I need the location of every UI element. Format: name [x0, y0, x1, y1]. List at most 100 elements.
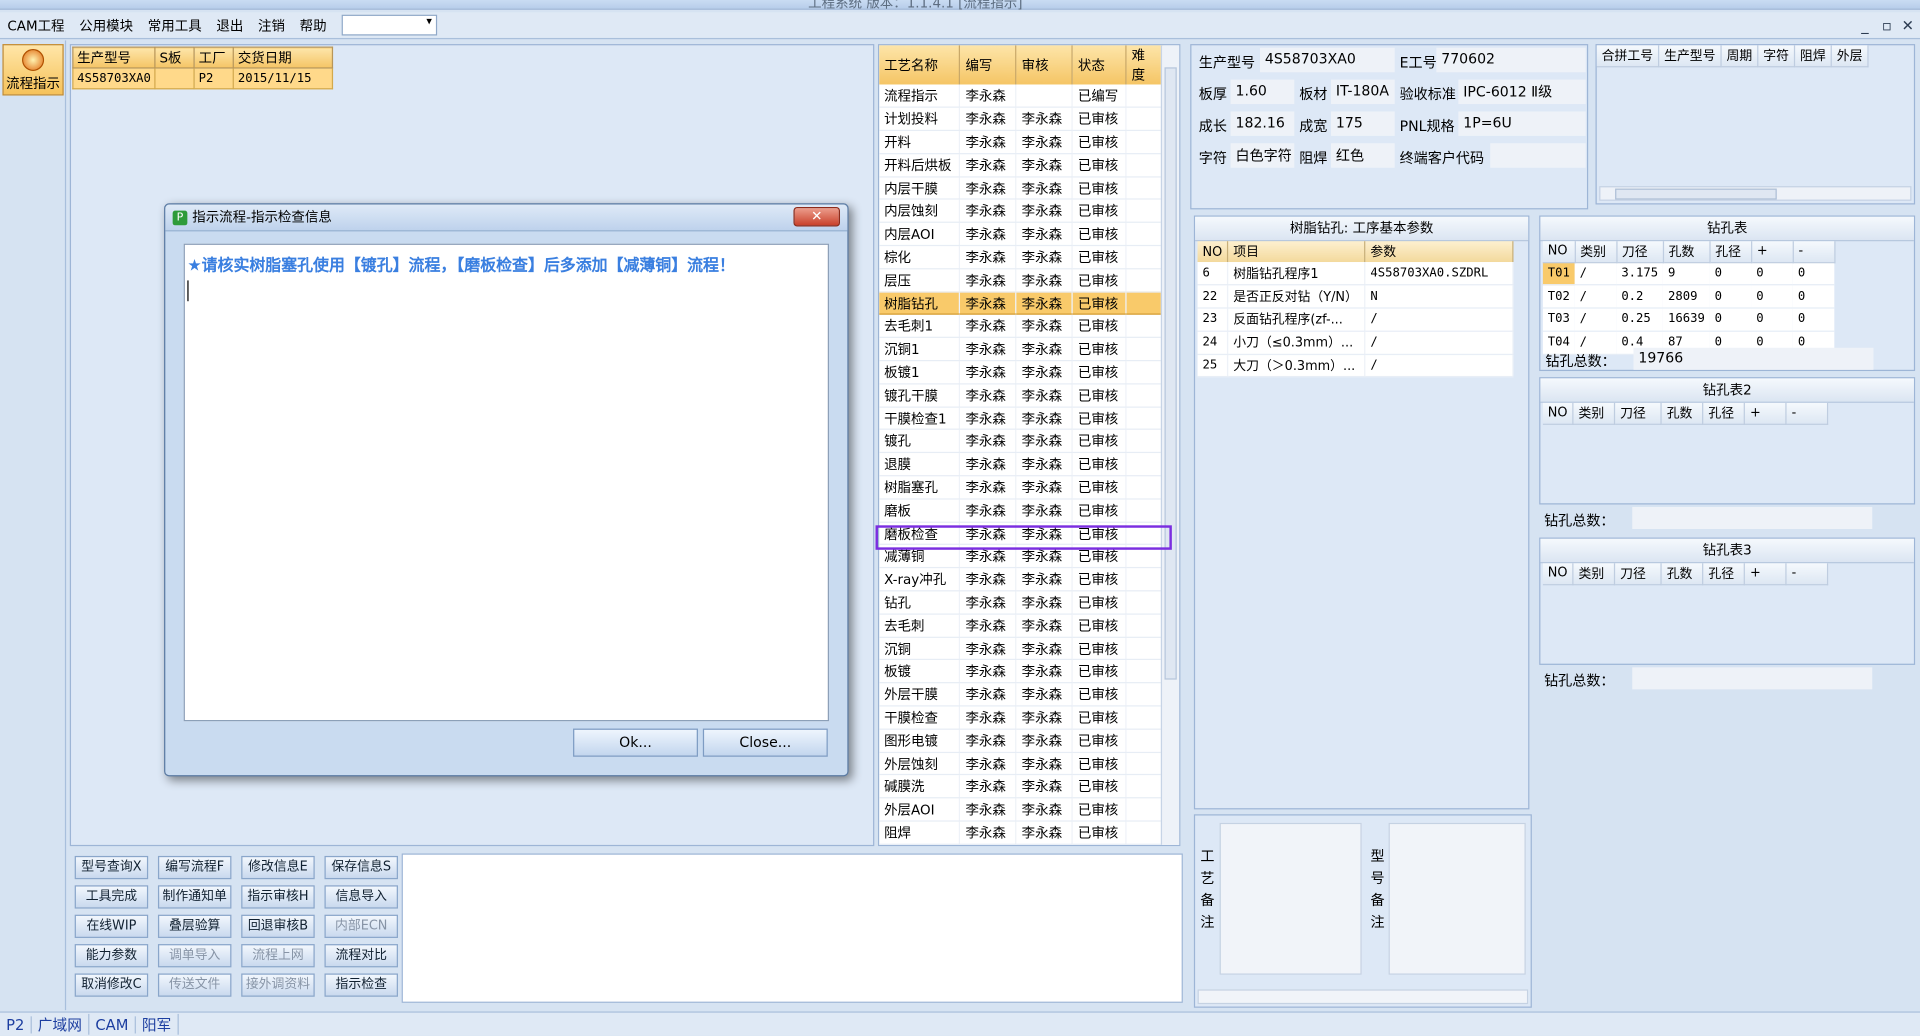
- drill-col[interactable]: -: [1786, 402, 1829, 425]
- process-row[interactable]: 外层蚀刻 李永森 李永森 已审核: [879, 751, 1164, 776]
- drill-col[interactable]: 孔数: [1661, 402, 1704, 425]
- process-row[interactable]: 干膜检查 李永森 李永森 已审核: [879, 705, 1164, 730]
- col-s-board[interactable]: S板: [154, 46, 195, 69]
- eno-value[interactable]: 770602: [1436, 47, 1586, 73]
- process-row[interactable]: 棕化 李永森 李永森 已审核: [879, 245, 1164, 270]
- action-button[interactable]: 取消修改C: [74, 973, 149, 997]
- menu-exit[interactable]: 退出: [209, 15, 251, 35]
- process-row[interactable]: 去毛刺1 李永森 李永森 已审核: [879, 314, 1164, 339]
- action-button[interactable]: 在线WIP: [74, 914, 149, 938]
- action-button[interactable]: 工具完成: [74, 885, 149, 909]
- soldermask-value[interactable]: 红色: [1331, 143, 1395, 168]
- action-button[interactable]: 调单导入: [157, 944, 232, 968]
- action-button[interactable]: 指示审核H: [241, 885, 315, 909]
- process-row[interactable]: 层压 李永森 李永森 已审核: [879, 268, 1164, 293]
- scroll-thumb[interactable]: [1164, 67, 1177, 680]
- action-button[interactable]: 信息导入: [324, 885, 398, 909]
- menu-tools[interactable]: 常用工具: [140, 15, 209, 35]
- notes-scrollbar[interactable]: [1197, 989, 1529, 1005]
- process-row[interactable]: 开料 李永森 李永森 已审核: [879, 130, 1164, 155]
- merge-scrollbar[interactable]: [1599, 186, 1912, 201]
- menu-logout[interactable]: 注销: [251, 15, 293, 35]
- drill-col[interactable]: NO: [1542, 241, 1576, 263]
- process-notes-field[interactable]: [1219, 822, 1362, 975]
- process-row[interactable]: 内层干膜 李永森 李永森 已审核: [879, 176, 1164, 201]
- process-row[interactable]: 板镀 李永森 李永森 已审核: [879, 659, 1164, 684]
- process-row[interactable]: 阻焊检查李永森李永森已审核: [879, 844, 1164, 845]
- action-button[interactable]: 回退审核B: [241, 914, 315, 938]
- resin-row[interactable]: 23 反面钻孔程序(zf-... /: [1197, 308, 1514, 332]
- col-reviewer[interactable]: 审核: [1016, 45, 1073, 85]
- action-button[interactable]: 流程对比: [324, 944, 398, 968]
- customer-code-value[interactable]: [1490, 143, 1586, 168]
- process-row[interactable]: 内层蚀刻 李永森 李永森 已审核: [879, 199, 1164, 224]
- col-item[interactable]: 项目: [1227, 241, 1366, 263]
- minimize-icon[interactable]: _: [1861, 17, 1868, 34]
- process-row[interactable]: 钻孔 李永森 李永森 已审核: [879, 590, 1164, 615]
- action-button[interactable]: 型号查询X: [74, 855, 149, 880]
- action-button[interactable]: 叠层验算: [157, 914, 232, 938]
- drill-col[interactable]: +: [1744, 563, 1787, 585]
- action-button[interactable]: 接外调资料: [241, 973, 315, 997]
- dialog-close-icon[interactable]: ✕: [793, 206, 841, 227]
- action-button[interactable]: 制作通知单: [157, 885, 232, 909]
- drill-col[interactable]: 孔径: [1702, 402, 1746, 425]
- standard-value[interactable]: IPC-6012 Ⅱ级: [1458, 79, 1586, 105]
- status-factory[interactable]: P2: [0, 1015, 32, 1033]
- col-status[interactable]: 状态: [1072, 45, 1127, 85]
- drill-row[interactable]: T03/0.25 16639 0 0 0: [1542, 308, 1835, 332]
- drill-col[interactable]: 刀径: [1614, 402, 1662, 425]
- resin-row[interactable]: 6 树脂钻孔程序1 4S58703XA0.SZDRL: [1197, 262, 1514, 286]
- process-row[interactable]: 镀孔 李永森 李永森 已审核: [879, 429, 1164, 454]
- process-row[interactable]: 镀孔干膜 李永森 李永森 已审核: [879, 383, 1164, 408]
- drill-col[interactable]: 类别: [1573, 563, 1616, 585]
- merge-col[interactable]: 字符: [1757, 45, 1796, 67]
- process-row[interactable]: 沉铜 李永森 李永森 已审核: [879, 636, 1164, 661]
- drill-col[interactable]: 刀径: [1614, 563, 1662, 585]
- message-area[interactable]: [401, 853, 1183, 1003]
- drill-col[interactable]: 孔数: [1661, 563, 1704, 585]
- process-row[interactable]: 图形电镀 李永森 李永森 已审核: [879, 728, 1164, 753]
- col-difficulty[interactable]: 难度: [1126, 45, 1164, 85]
- action-button[interactable]: 流程上网: [241, 944, 315, 968]
- process-row[interactable]: 外层AOI 李永森 李永森 已审核: [879, 798, 1164, 822]
- resin-row[interactable]: 24 小刀（≤0.3mm）... /: [1197, 331, 1514, 355]
- drill-col[interactable]: 刀径: [1616, 241, 1664, 263]
- thickness-value[interactable]: 1.60: [1230, 79, 1295, 105]
- dialog-message-box[interactable]: ★请核实树脂塞孔使用【镀孔】流程，【磨板检查】后多添加【减薄铜】流程！: [183, 243, 829, 722]
- col-no[interactable]: NO: [1197, 241, 1229, 263]
- process-row[interactable]: 阻焊 李永森 李永森 已审核: [879, 821, 1164, 845]
- drill-col[interactable]: 孔径: [1709, 241, 1752, 263]
- character-value[interactable]: 白色字符: [1230, 143, 1295, 168]
- process-row[interactable]: 内层AOI 李永森 李永森 已审核: [879, 222, 1164, 247]
- action-button[interactable]: 保存信息S: [324, 855, 398, 880]
- action-button[interactable]: 编写流程F: [157, 855, 232, 880]
- width-value[interactable]: 175: [1331, 111, 1395, 136]
- close-icon[interactable]: ✕: [1902, 17, 1914, 34]
- drill-row[interactable]: T01/3.175 9 0 0 0: [1542, 262, 1835, 286]
- merge-col[interactable]: 合拼工号: [1596, 45, 1660, 67]
- process-row[interactable]: X-ray冲孔 李永森 李永森 已审核: [879, 567, 1164, 592]
- resin-row[interactable]: 22 是否正反对钻（Y/N） N: [1197, 285, 1514, 309]
- pnl-value[interactable]: 1P=6U: [1458, 111, 1586, 136]
- merge-col[interactable]: 周期: [1721, 45, 1759, 67]
- merge-col[interactable]: 生产型号: [1658, 45, 1722, 67]
- menu-common-module[interactable]: 公用模块: [72, 15, 141, 35]
- action-button[interactable]: 传送文件: [157, 973, 232, 997]
- col-writer[interactable]: 编写: [959, 45, 1017, 85]
- merge-col[interactable]: 阻焊: [1794, 45, 1832, 67]
- col-process-name[interactable]: 工艺名称: [879, 45, 961, 85]
- drill-col[interactable]: NO: [1542, 402, 1574, 425]
- drill-row[interactable]: T02/0.2 2809 0 0 0: [1542, 285, 1835, 309]
- model-value[interactable]: 4S58703XA0: [1260, 47, 1395, 73]
- process-scrollbar[interactable]: [1160, 45, 1180, 845]
- drill-col[interactable]: 孔数: [1663, 241, 1711, 263]
- action-button[interactable]: 内部ECN: [324, 914, 398, 938]
- drill-col[interactable]: 类别: [1574, 241, 1618, 263]
- ok-button[interactable]: Ok...: [573, 728, 698, 757]
- col-model[interactable]: 生产型号: [72, 46, 156, 69]
- drill-col[interactable]: -: [1786, 563, 1829, 585]
- action-button[interactable]: 能力参数: [74, 944, 149, 968]
- drill-col[interactable]: -: [1793, 241, 1836, 263]
- col-factory[interactable]: 工厂: [193, 46, 235, 69]
